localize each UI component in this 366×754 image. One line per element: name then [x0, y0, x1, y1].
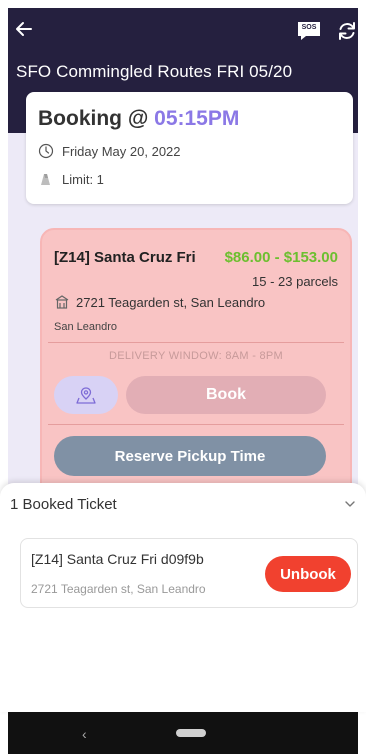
booking-limit: Limit: 1	[62, 171, 104, 187]
nav-home-pill[interactable]	[176, 729, 206, 737]
ticket-divider	[48, 342, 344, 343]
unbook-button[interactable]: Unbook	[265, 556, 351, 592]
map-location-button[interactable]	[54, 376, 118, 414]
booked-ticket-name: [Z14] Santa Cruz Fri d09f9b	[31, 551, 204, 567]
booking-limit-row: Limit: 1	[38, 170, 104, 188]
reserve-pickup-button[interactable]: Reserve Pickup Time	[54, 436, 326, 476]
collapse-sheet-button[interactable]	[343, 497, 357, 511]
map-pin-icon	[76, 387, 96, 404]
refresh-button[interactable]	[336, 20, 358, 42]
route-parcels: 15 - 23 parcels	[252, 274, 338, 289]
ticket-info: [Z14] Santa Cruz Fri $86.00 - $153.00 15…	[48, 236, 344, 346]
route-address-row: 2721 Teagarden st, San Leandro	[54, 294, 265, 310]
sos-label: SOS	[301, 24, 317, 31]
sos-button[interactable]: SOS	[296, 20, 322, 42]
booked-ticket-card: [Z14] Santa Cruz Fri d09f9b 2721 Teagard…	[20, 538, 358, 608]
page-title: SFO Commingled Routes FRI 05/20	[16, 62, 293, 81]
booked-tickets-sheet: 1 Booked Ticket [Z14] Santa Cruz Fri d09…	[0, 483, 366, 712]
refresh-icon	[339, 22, 355, 40]
booking-label: Booking @	[38, 107, 149, 130]
booking-date: Friday May 20, 2022	[62, 143, 181, 159]
route-name: [Z14] Santa Cruz Fri	[54, 249, 196, 266]
parcel-icon	[41, 174, 50, 185]
status-bar	[0, 0, 366, 8]
arrow-left-icon	[16, 22, 32, 36]
ticket-divider	[48, 424, 344, 425]
route-address: 2721 Teagarden st, San Leandro	[76, 294, 266, 310]
sheet-title: 1 Booked Ticket	[10, 496, 117, 513]
delivery-window: DELIVERY WINDOW: 8AM - 8PM	[108, 350, 284, 362]
booking-heading: Booking @ 05:15PM	[38, 107, 239, 131]
booking-time: 05:15PM	[154, 107, 240, 130]
route-city: San Leandro	[54, 321, 117, 333]
back-button[interactable]	[14, 19, 34, 39]
booking-date-row: Friday May 20, 2022	[38, 142, 181, 160]
route-ticket-card: [Z14] Santa Cruz Fri $86.00 - $153.00 15…	[40, 228, 352, 508]
chevron-down-icon	[345, 501, 355, 507]
book-button[interactable]: Book	[126, 376, 326, 414]
booking-card: Booking @ 05:15PM Friday May 20, 2022 Li…	[26, 92, 353, 204]
system-nav-bar: ‹	[8, 712, 358, 754]
booked-ticket-address: 2721 Teagarden st, San Leandro	[31, 582, 206, 596]
building-icon	[55, 295, 69, 309]
nav-back-button[interactable]: ‹	[82, 726, 87, 742]
clock-icon	[38, 143, 54, 159]
route-price: $86.00 - $153.00	[224, 249, 338, 266]
